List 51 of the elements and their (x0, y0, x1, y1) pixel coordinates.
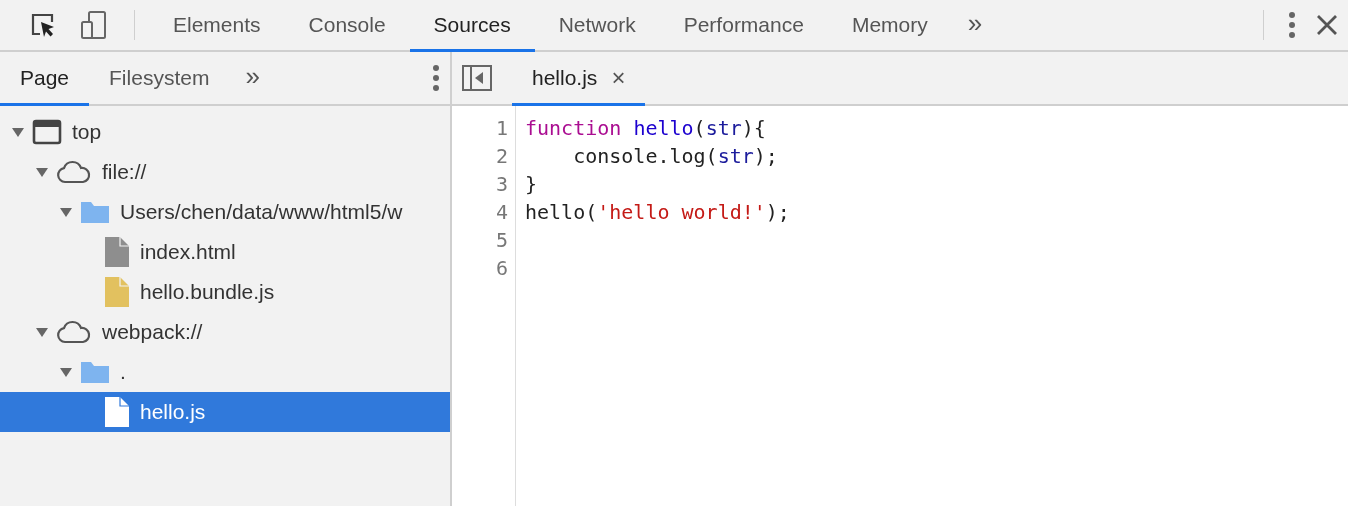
panel-tab[interactable]: Performance (659, 0, 828, 52)
tree-item-label: file:// (102, 160, 147, 184)
tree-item[interactable]: file:// (0, 152, 450, 192)
code-line: console.log(str); (572, 143, 779, 170)
tree-item[interactable]: top (0, 112, 450, 152)
navigator-tab[interactable]: Page (0, 52, 90, 106)
panel-tab[interactable]: Memory (827, 0, 952, 52)
tree-item[interactable]: index.html (0, 232, 450, 272)
navigator-tab[interactable]: Filesystem (89, 52, 230, 106)
tree-item[interactable]: hello.js (0, 392, 450, 432)
tree-item-label: top (72, 120, 102, 144)
file-tab[interactable]: hello.js × (512, 52, 646, 106)
line-number: 3 (494, 171, 508, 198)
panel-tab[interactable]: Elements (149, 0, 285, 52)
file-tab-label: hello.js (532, 65, 598, 90)
file-icon (104, 236, 130, 268)
panel-tab[interactable]: Network (534, 0, 660, 52)
expand-arrow-icon[interactable] (58, 206, 74, 218)
expand-arrow-icon[interactable] (10, 126, 26, 138)
tree-item[interactable]: webpack:// (0, 312, 450, 352)
tree-item-label: webpack:// (102, 320, 203, 344)
tree-item-label: . (120, 360, 126, 384)
tree-item-label: hello.bundle.js (140, 280, 275, 304)
line-number: 6 (494, 255, 508, 282)
tree-item[interactable]: . (0, 352, 450, 392)
expand-arrow-icon[interactable] (58, 366, 74, 378)
line-number: 4 (494, 199, 508, 226)
cloud-icon (56, 160, 92, 184)
file-icon (104, 396, 130, 428)
tree-item[interactable]: Users/chen/data/www/html5/w (0, 192, 450, 232)
file-icon (104, 276, 130, 308)
panel-tab[interactable]: Console (284, 0, 410, 52)
line-number: 5 (494, 227, 508, 254)
tree-item-label: index.html (140, 240, 236, 264)
line-number: 2 (494, 143, 508, 170)
close-tab-button[interactable]: × (611, 63, 626, 92)
code-line: } (525, 171, 539, 198)
cloud-icon (56, 320, 92, 344)
tree-item-label: Users/chen/data/www/html5/w (120, 200, 403, 224)
code-line: hello('hello world!'); (525, 199, 790, 226)
window-icon (32, 119, 62, 145)
tree-item[interactable]: hello.bundle.js (0, 272, 450, 312)
folder-icon (80, 200, 110, 224)
code-line: function hello(str){ (525, 115, 767, 142)
expand-arrow-icon[interactable] (34, 166, 50, 178)
folder-icon (80, 360, 110, 384)
tree-item-label: hello.js (140, 400, 206, 424)
more-tabs-button[interactable]: » (229, 52, 276, 104)
line-number: 1 (494, 115, 508, 142)
more-tabs-button[interactable]: » (951, 0, 999, 50)
expand-arrow-icon[interactable] (34, 326, 50, 338)
